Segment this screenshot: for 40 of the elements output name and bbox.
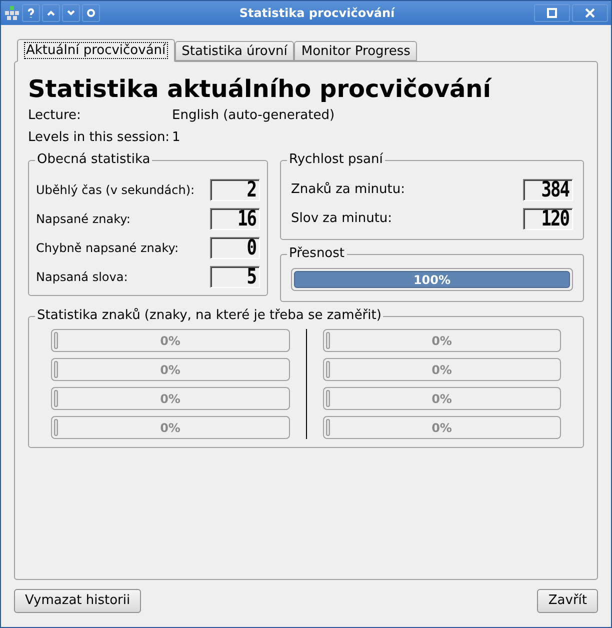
clear-history-button[interactable]: Vymazat historii	[14, 589, 142, 613]
chevron-up-icon[interactable]	[42, 4, 60, 22]
lcd-display: 16	[210, 208, 260, 230]
lcd-display: 120	[523, 208, 573, 230]
close-icon[interactable]	[572, 4, 608, 22]
info-value: English (auto-generated)	[172, 107, 335, 125]
progress-reading: 100%	[413, 272, 451, 288]
stat-label: Napsané znaky:	[36, 210, 130, 228]
progress-reading: 0%	[160, 362, 180, 378]
info-label: Lecture:	[28, 107, 82, 125]
maximize-icon[interactable]	[534, 4, 570, 22]
stat-label: Chybně napsané znaky:	[36, 240, 179, 256]
progress-reading: 0%	[160, 390, 180, 408]
group-title: Rychlost psaní	[287, 151, 385, 169]
group-title: Statistika znaků (znaky, na které je třeba se zaměřit)	[35, 307, 384, 325]
stat-label: Znaků za minutu:	[291, 180, 406, 199]
chevron-down-icon[interactable]	[62, 4, 80, 22]
progress-reading: 0%	[432, 390, 452, 408]
tab[interactable]: Statistika úrovní	[174, 41, 294, 61]
progress-reading: 0%	[160, 420, 180, 436]
page-heading: Statistika aktuálního procvičování	[28, 74, 493, 104]
tab[interactable]: Monitor Progress	[294, 41, 418, 61]
tab[interactable]: Aktuální procvičování	[17, 39, 175, 62]
lcd-display: 2	[210, 178, 260, 200]
stat-label: Uběhlý čas (v sekundách):	[36, 182, 195, 198]
info-label: Levels in this session:	[28, 129, 171, 147]
progress-reading: 0%	[432, 420, 452, 436]
lcd-display: 0	[210, 236, 260, 258]
window-title: Statistika procvičování	[238, 5, 396, 22]
info-value: 1	[172, 129, 180, 147]
progress-reading: 0%	[432, 332, 452, 350]
help-icon[interactable]	[22, 4, 40, 22]
app-grid-icon	[4, 5, 20, 21]
stat-label: Slov za minutu:	[291, 210, 392, 228]
stat-label: Napsaná slova:	[36, 268, 128, 286]
lcd-display: 384	[523, 178, 573, 200]
close-button[interactable]: Zavřít	[537, 589, 598, 613]
progress-reading: 0%	[160, 332, 180, 350]
lcd-display: 5	[210, 266, 260, 288]
progress-reading: 0%	[432, 362, 452, 378]
